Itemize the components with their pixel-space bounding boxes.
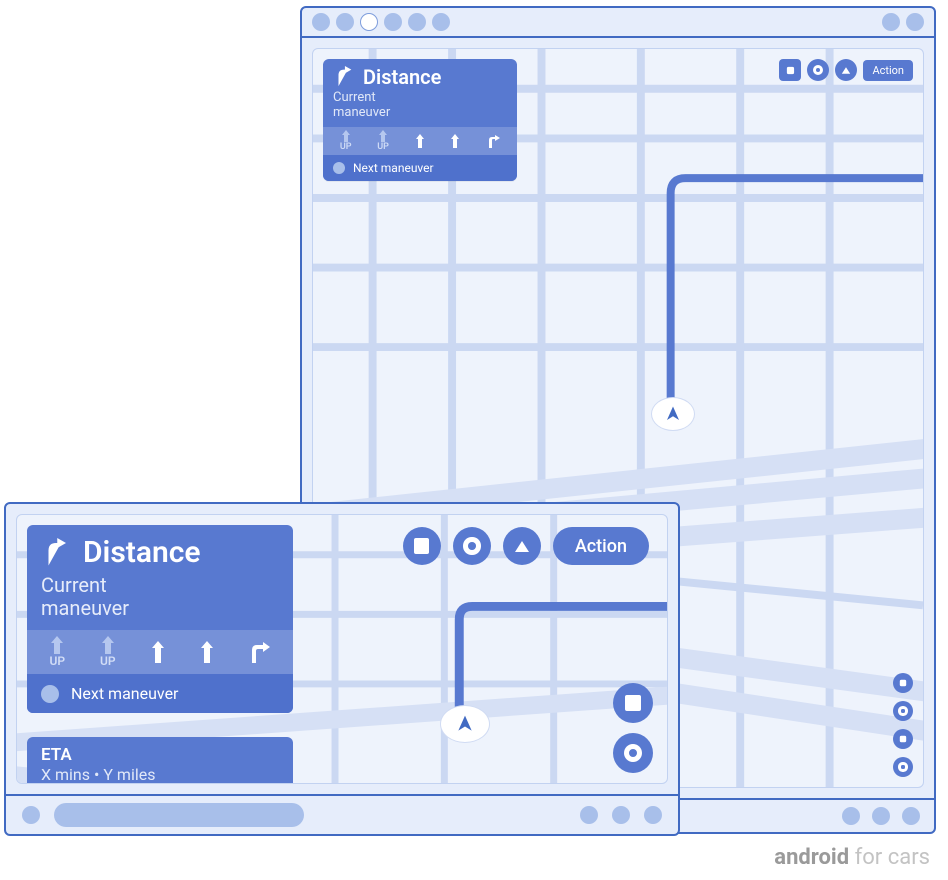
nav-dot[interactable] xyxy=(580,806,598,824)
arrow-up-icon xyxy=(101,636,115,654)
lane-guidance-strip: UP UP xyxy=(27,630,293,674)
overview-button[interactable] xyxy=(835,59,857,81)
lane-indicator: UP xyxy=(377,130,389,152)
zoom-in-button[interactable] xyxy=(613,683,653,723)
arrow-up-icon xyxy=(341,130,351,142)
lane-indicator xyxy=(248,641,270,663)
map-control-button[interactable] xyxy=(893,673,913,693)
map-control-button[interactable] xyxy=(893,729,913,749)
status-dot xyxy=(432,13,450,31)
eta-card[interactable]: ETA X mins • Y miles xyxy=(27,737,293,784)
next-maneuver-row[interactable]: Next maneuver xyxy=(323,155,517,181)
status-dot xyxy=(882,13,900,31)
map-side-controls xyxy=(893,673,913,777)
lane-indicator: UP xyxy=(340,130,352,152)
maneuver-card[interactable]: Distance Current maneuver UP UP xyxy=(27,525,293,713)
arrow-right-icon xyxy=(248,641,270,663)
arrow-right-icon xyxy=(486,134,500,148)
turn-right-icon xyxy=(41,538,71,568)
recenter-button[interactable] xyxy=(807,59,829,81)
brand-watermark: android for cars xyxy=(774,845,930,870)
arrow-up-icon xyxy=(415,134,425,148)
lane-label: UP xyxy=(340,142,352,152)
action-button[interactable]: Action xyxy=(863,60,913,81)
distance-label: Distance xyxy=(83,535,201,570)
distance-label: Distance xyxy=(363,65,441,89)
current-maneuver-text: Current maneuver xyxy=(27,574,293,630)
arrow-up-icon xyxy=(200,641,214,663)
lane-indicator xyxy=(450,134,460,148)
bullet-icon xyxy=(333,162,345,174)
system-nav-bar xyxy=(6,794,678,834)
nav-dot[interactable] xyxy=(22,806,40,824)
overview-button[interactable] xyxy=(503,527,541,565)
map-action-cluster: Action xyxy=(779,59,913,81)
action-button[interactable]: Action xyxy=(553,527,649,565)
bullet-icon xyxy=(41,685,59,703)
eta-subtitle: X mins • Y miles xyxy=(41,765,279,784)
next-maneuver-text: Next maneuver xyxy=(71,684,178,703)
brand-rest: for cars xyxy=(849,845,930,870)
arrow-up-icon xyxy=(50,636,64,654)
next-maneuver-text: Next maneuver xyxy=(353,161,434,175)
map-control-button[interactable] xyxy=(893,757,913,777)
nav-dot[interactable] xyxy=(644,806,662,824)
brand-bold: android xyxy=(774,845,849,870)
maneuver-card[interactable]: Distance Current maneuver UP UP xyxy=(323,59,517,181)
zoom-out-button[interactable] xyxy=(613,733,653,773)
nav-dot[interactable] xyxy=(842,807,860,825)
arrow-up-icon xyxy=(378,130,388,142)
vehicle-marker xyxy=(651,397,695,441)
map-control-button[interactable] xyxy=(893,701,913,721)
lane-label: UP xyxy=(100,654,116,668)
stop-button[interactable] xyxy=(403,527,441,565)
status-dot xyxy=(384,13,402,31)
vehicle-marker xyxy=(440,705,484,749)
lane-label: UP xyxy=(377,142,389,152)
status-bar xyxy=(302,8,934,38)
vehicle-arrow-icon xyxy=(664,405,682,423)
zoom-controls xyxy=(613,683,653,773)
eta-title: ETA xyxy=(41,745,279,765)
lane-indicator xyxy=(415,134,425,148)
lane-indicator: UP xyxy=(49,636,65,668)
lane-indicator xyxy=(200,641,214,663)
map-action-cluster: Action xyxy=(403,527,649,565)
lane-indicator xyxy=(486,134,500,148)
stop-button[interactable] xyxy=(779,59,801,81)
status-dot xyxy=(336,13,354,31)
vehicle-arrow-icon xyxy=(455,714,475,734)
nav-dot[interactable] xyxy=(902,807,920,825)
device-frame-landscape: Distance Current maneuver UP UP xyxy=(4,502,680,836)
current-maneuver-text: Current maneuver xyxy=(323,91,517,127)
arrow-up-icon xyxy=(151,641,165,663)
lane-label: UP xyxy=(49,654,65,668)
status-dot xyxy=(408,13,426,31)
next-maneuver-row[interactable]: Next maneuver xyxy=(27,674,293,713)
lane-indicator: UP xyxy=(100,636,116,668)
status-dot-active xyxy=(360,13,378,31)
status-dot xyxy=(312,13,330,31)
lane-indicator xyxy=(151,641,165,663)
nav-pill[interactable] xyxy=(54,803,304,827)
arrow-up-icon xyxy=(450,134,460,148)
map-canvas[interactable]: Distance Current maneuver UP UP xyxy=(16,514,668,784)
turn-right-icon xyxy=(333,66,355,88)
nav-dot[interactable] xyxy=(612,806,630,824)
nav-dot[interactable] xyxy=(872,807,890,825)
recenter-button[interactable] xyxy=(453,527,491,565)
status-dot xyxy=(906,13,924,31)
lane-guidance-strip: UP UP xyxy=(323,127,517,155)
